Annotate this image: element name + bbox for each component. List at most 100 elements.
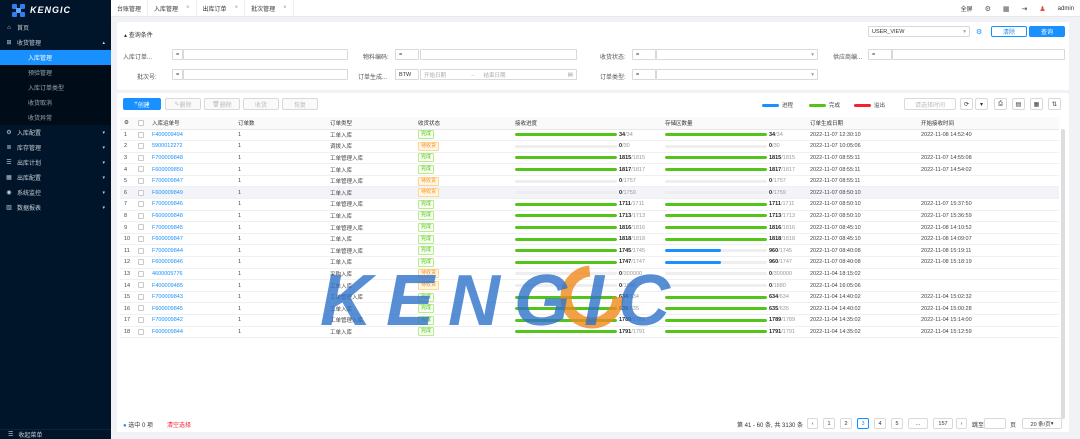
sidebar-item[interactable]: ☰ 出库计划 ▾	[0, 155, 111, 170]
sidebar-item[interactable]: ◉ 系统监控 ▾	[0, 185, 111, 200]
column-settings-icon[interactable]: ⇅	[1048, 98, 1061, 110]
table-row[interactable]: 17 F700009842 1 工单管理入库 完成 1789/1789 1789/1789 2…	[120, 314, 1059, 327]
checkbox[interactable]	[138, 143, 144, 150]
close-icon[interactable]: ×	[235, 5, 239, 11]
table-row[interactable]: 1 F400009494 1 工单入库 完成 34/34 34/34 2022-11-07 1…	[120, 129, 1059, 142]
table-row[interactable]: 16 F600009845 1 工单入库 完成 635/635 635/635 2022-11…	[120, 302, 1059, 315]
material-input[interactable]	[420, 49, 577, 60]
page-button[interactable]: 4	[874, 418, 886, 429]
batch-op[interactable]: =	[172, 69, 183, 80]
restore-button[interactable]: 恢复	[282, 98, 318, 110]
order-link[interactable]: F600009846	[148, 256, 234, 269]
row-checkbox-cell[interactable]	[134, 233, 148, 246]
tab[interactable]: 入库管理 ×	[148, 0, 197, 17]
order-link[interactable]: F700009845	[148, 221, 234, 234]
row-checkbox-cell[interactable]	[134, 279, 148, 292]
material-op[interactable]: =	[395, 49, 419, 60]
order-link[interactable]: F400009494	[148, 129, 234, 142]
row-checkbox-cell[interactable]	[134, 140, 148, 153]
query-title[interactable]: ▴ 查询条件	[124, 30, 153, 39]
page-button[interactable]: 2	[840, 418, 852, 429]
table-row[interactable]: 12 F600009846 1 工单入库 完成 1747/1747 960/1747 2022…	[120, 256, 1059, 269]
checkbox[interactable]	[138, 201, 144, 208]
supplier-op[interactable]: =	[868, 49, 892, 60]
delete-button[interactable]: 🗑 删除	[204, 98, 240, 110]
jump-input[interactable]	[984, 418, 1006, 429]
username[interactable]: admin	[1058, 6, 1074, 12]
tab[interactable]: 台账管理	[111, 0, 149, 17]
order-link[interactable]: F700009846	[148, 198, 234, 211]
table-row[interactable]: 3 F700009848 1 工单管理入库 完成 1815/1815 1815/1815 20…	[120, 152, 1059, 165]
column-header[interactable]: 订单生成日期	[806, 117, 917, 130]
row-checkbox-cell[interactable]	[134, 163, 148, 176]
order-link[interactable]: F600009850	[148, 163, 234, 176]
row-checkbox-cell[interactable]	[134, 186, 148, 200]
prev-page-button[interactable]: ‹	[807, 418, 818, 429]
checkbox[interactable]	[138, 154, 144, 161]
order-no-input[interactable]	[183, 49, 348, 60]
checkbox[interactable]	[138, 212, 144, 219]
table-row[interactable]: 4 F600009850 1 工单入库 完成 1817/1817 1817/1817 2022…	[120, 163, 1059, 176]
table-row[interactable]: 13 4600005776 1 采购入库 待收货 0/300000 0/300000 2022…	[120, 268, 1059, 281]
sidebar-subitem[interactable]: 入库订单类型	[0, 80, 111, 95]
sidebar-item[interactable]: ⌂ 首页	[0, 20, 111, 35]
next-page-button[interactable]: ›	[956, 418, 967, 429]
table-row[interactable]: 6 F600009849 1 工单入库 待收货 0/1759 0/1759 2022-11-0…	[120, 186, 1059, 200]
checkbox[interactable]	[138, 224, 144, 231]
order-link[interactable]: F700009843	[148, 291, 234, 304]
column-header[interactable]: 开始接收时间	[917, 117, 1059, 130]
page-size-select[interactable]: 20 条/页 ▾	[1022, 418, 1062, 429]
status-select[interactable]: ▾	[656, 49, 818, 60]
table-row[interactable]: 10 F600009847 1 工单入库 完成 1818/1818 1818/1818 202…	[120, 233, 1059, 246]
sidebar-item[interactable]: ▥ 数据报表 ▾	[0, 200, 111, 215]
checkbox[interactable]	[138, 270, 144, 277]
sidebar-item[interactable]: ≣ 库存管理 ▾	[0, 140, 111, 155]
checkbox[interactable]	[138, 247, 144, 254]
row-checkbox-cell[interactable]	[134, 129, 148, 142]
sidebar-subitem[interactable]: 收货异常	[0, 110, 111, 125]
checkbox[interactable]	[138, 259, 144, 266]
collapse-menu-button[interactable]: ☰ 收起菜单	[0, 429, 111, 439]
order-link[interactable]: F700009848	[148, 152, 234, 165]
search-button[interactable]: 查询	[1029, 26, 1065, 37]
sidebar-item[interactable]: ⊞ 收货管理 ▴	[0, 35, 111, 50]
checkbox[interactable]	[138, 328, 144, 335]
order-link[interactable]: 4600005776	[148, 268, 234, 281]
table-row[interactable]: 2 5900012272 1 调拨入库 待收货 0/30 0/30 2022-11-07 10…	[120, 140, 1059, 153]
row-checkbox-cell[interactable]	[134, 198, 148, 211]
page-button[interactable]: 5	[891, 418, 903, 429]
time-select[interactable]: 请选择时间	[904, 98, 956, 110]
file-icon[interactable]: ▤	[1012, 98, 1025, 110]
table-row[interactable]: 9 F700009845 1 工单管理入库 完成 1816/1816 1816/1816 20…	[120, 221, 1059, 234]
type-op[interactable]: =	[632, 69, 656, 80]
export-icon[interactable]: ▦	[1030, 98, 1043, 110]
checkbox[interactable]	[138, 119, 144, 126]
column-header[interactable]: 收货状态	[414, 117, 511, 130]
sidebar-subitem[interactable]: 预验管理	[0, 65, 111, 80]
table-row[interactable]: 7 F700009846 1 工单管理入库 完成 1711/1711 1711/1711 20…	[120, 198, 1059, 211]
close-icon[interactable]: ×	[283, 5, 287, 11]
row-checkbox-cell[interactable]	[134, 314, 148, 327]
close-icon[interactable]: ×	[186, 5, 190, 11]
order-link[interactable]: 5900012272	[148, 140, 234, 153]
select-all-checkbox[interactable]	[134, 117, 148, 130]
receive-button[interactable]: 收货	[243, 98, 279, 110]
checkbox[interactable]	[138, 282, 144, 289]
refresh-icon[interactable]: ⟳	[960, 98, 973, 110]
order-link[interactable]: F700009842	[148, 314, 234, 327]
view-select[interactable]: USER_VIEW ▾	[868, 26, 970, 37]
row-checkbox-cell[interactable]	[134, 175, 148, 188]
sidebar-item[interactable]: ⚙ 入库配置 ▾	[0, 125, 111, 140]
checkbox[interactable]	[138, 317, 144, 324]
row-checkbox-cell[interactable]	[134, 291, 148, 304]
order-link[interactable]: F700009844	[148, 244, 234, 258]
page-button[interactable]: 3	[857, 418, 869, 429]
checkbox[interactable]	[138, 235, 144, 242]
order-link[interactable]: F600009848	[148, 210, 234, 223]
sidebar-item[interactable]: ▦ 出库配置 ▾	[0, 170, 111, 185]
create-button[interactable]: + 创建	[123, 98, 161, 110]
type-select[interactable]: ▾	[656, 69, 818, 80]
date-op[interactable]: BTW	[395, 69, 419, 80]
fullscreen-link[interactable]: 全屏	[961, 4, 973, 13]
gear-icon[interactable]: ⚙	[985, 5, 991, 13]
